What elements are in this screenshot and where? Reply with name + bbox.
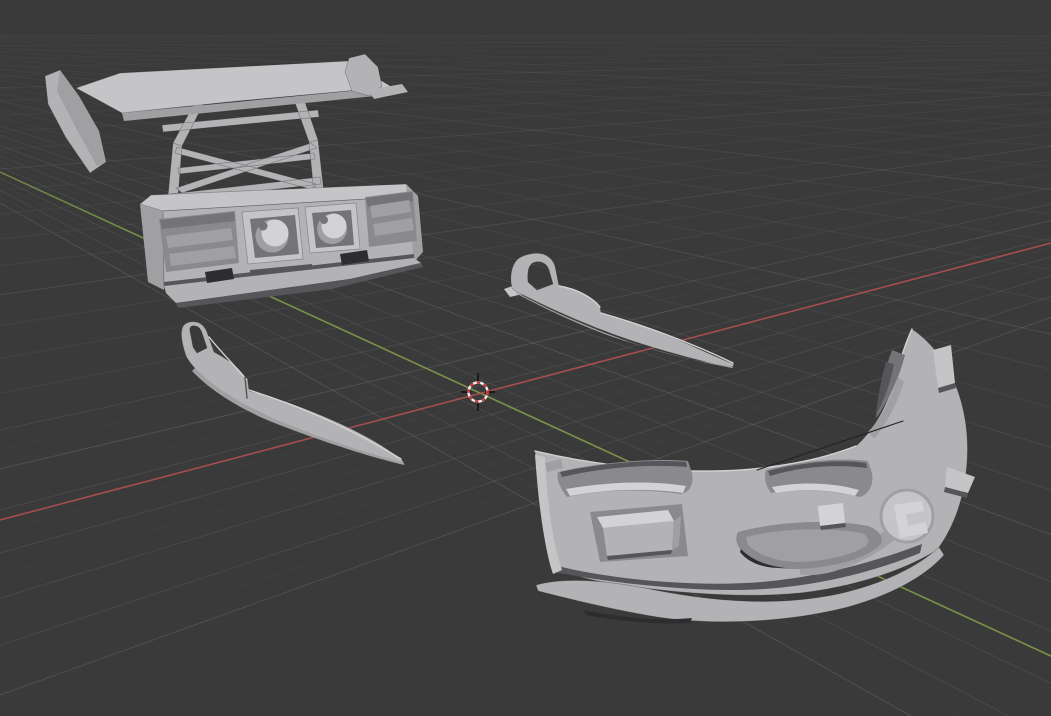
3d-viewport[interactable] [0, 0, 1051, 716]
3d-cursor[interactable] [461, 373, 495, 411]
cursor-ring-red [467, 381, 489, 403]
cursor-layer [461, 373, 495, 411]
